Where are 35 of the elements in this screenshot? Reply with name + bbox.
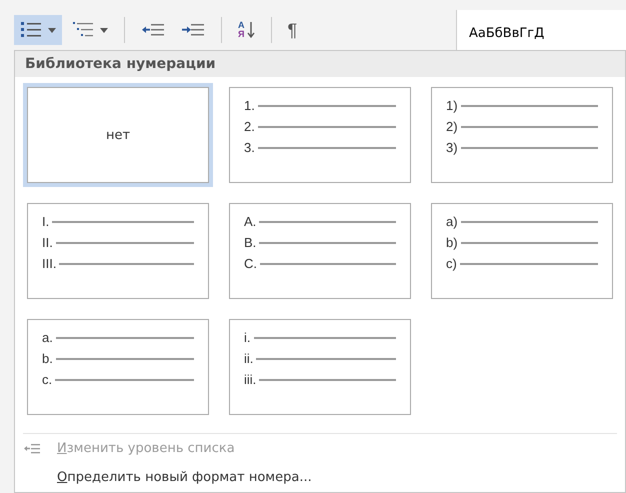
list-marker: 3)	[446, 140, 458, 155]
list-marker: iii.	[244, 372, 256, 387]
list-marker: I.	[42, 214, 50, 229]
list-marker: II.	[42, 235, 53, 250]
list-marker: B.	[244, 235, 256, 250]
list-marker: 1)	[446, 98, 458, 113]
list-marker: A.	[244, 214, 256, 229]
list-marker: 1.	[244, 98, 255, 113]
list-marker: c)	[446, 256, 457, 271]
list-marker: a.	[42, 330, 53, 345]
tile-label: нет	[106, 128, 130, 142]
list-marker: a)	[446, 214, 458, 229]
list-marker: b)	[446, 235, 458, 250]
list-marker: b.	[42, 351, 53, 366]
list-marker: i.	[244, 330, 250, 345]
down-arrow-icon	[246, 21, 254, 39]
change-level-icon	[23, 442, 41, 454]
sort-button[interactable]: А Я	[232, 15, 260, 45]
list-marker: c.	[42, 372, 52, 387]
panel-title: Библиотека нумерации	[15, 51, 625, 77]
list-marker: 2)	[446, 119, 458, 134]
list-marker: 2.	[244, 119, 255, 134]
numbering-button[interactable]	[14, 15, 62, 45]
multilevel-list-icon	[72, 21, 94, 39]
list-marker: 3.	[244, 140, 255, 155]
list-marker: C.	[244, 256, 257, 271]
menu-item[interactable]: Определить новый формат номера...	[15, 463, 625, 492]
list-marker: III.	[42, 256, 56, 271]
numbered-list-icon	[20, 21, 42, 39]
increase-indent-icon	[181, 22, 205, 38]
list-marker: ii.	[244, 351, 254, 366]
style-preview[interactable]: АаБбВвГгД	[456, 10, 626, 50]
decrease-indent-icon	[141, 22, 165, 38]
pilcrow-button[interactable]: ¶	[282, 15, 304, 45]
numbering-style-tile[interactable]: нет	[23, 83, 213, 187]
